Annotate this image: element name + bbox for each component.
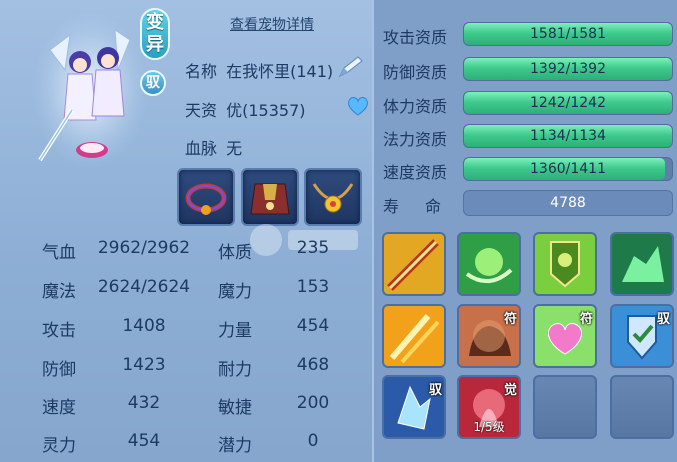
skill-green-beast[interactable] <box>610 232 674 296</box>
skill-tag: 驭 <box>428 383 442 398</box>
view-pet-details-link[interactable]: 查看宠物详情 <box>230 14 314 34</box>
skill-golden-blades-icon <box>384 306 444 366</box>
variant-badge: 变异 <box>140 8 170 60</box>
skill-green-beast-icon <box>612 234 672 294</box>
attribute-value: 200 <box>296 393 330 413</box>
talent-row: 天资 优(15357) <box>185 97 306 121</box>
attribute-label: 体质 <box>218 243 252 263</box>
attribute-value: 468 <box>296 355 330 375</box>
stat-value: 432 <box>127 393 161 413</box>
life-label: 寿命 <box>383 197 468 216</box>
skill-green-wind-icon <box>459 234 519 294</box>
bloodline-value: 无 <box>226 139 243 158</box>
quality-bar: 1360/1411 <box>463 157 673 181</box>
quality-label: 速度资质 <box>383 163 448 182</box>
talent-label: 天资 <box>185 101 218 120</box>
skill-tag: 符 <box>503 312 517 327</box>
life-value: 4788 <box>463 190 673 216</box>
skill-shadow-beast[interactable]: 符 <box>457 304 521 368</box>
attribute-label: 敏捷 <box>218 398 252 418</box>
heart-icon[interactable] <box>346 95 370 117</box>
pet-info-area: 变异 驭 查看宠物详情 名称 在我怀里(141) 天资 优(15357) 血脉 … <box>0 0 372 462</box>
quality-value: 1392/1392 <box>530 61 606 77</box>
quality-value: 1134/1134 <box>530 128 606 144</box>
skill-level: 1/5级 <box>473 420 505 434</box>
quality-label: 法力资质 <box>383 130 448 149</box>
attribute-label: 魔力 <box>218 282 252 302</box>
attribute-value: 454 <box>296 316 330 336</box>
stat-value: 2962/2962 <box>97 238 191 258</box>
quality-row: 体力资质 1242/1242 <box>383 91 673 116</box>
skill-tag: 符 <box>579 312 593 327</box>
bloodline-row: 血脉 无 <box>185 135 242 159</box>
skill-blue-shield[interactable]: 驭 <box>610 304 674 368</box>
quality-row: 法力资质 1134/1134 <box>383 124 673 149</box>
name-row: 名称 在我怀里(141) <box>185 58 333 82</box>
name-label: 名称 <box>185 62 218 81</box>
skill-sword-strike[interactable] <box>382 232 446 296</box>
attribute-label: 耐力 <box>218 360 252 380</box>
skill-green-shield-banner[interactable] <box>533 232 597 296</box>
pencil-icon[interactable] <box>336 54 364 80</box>
quality-row: 速度资质 1360/1411 <box>383 157 673 182</box>
attribute-label: 潜力 <box>218 436 252 456</box>
skill-heart[interactable]: 符 <box>533 304 597 368</box>
bloodline-label: 血脉 <box>185 139 218 158</box>
attribute-value: 0 <box>307 431 319 451</box>
skill-tag: 觉 <box>503 383 517 398</box>
skill-green-wind[interactable] <box>457 232 521 296</box>
pet-portrait <box>30 10 150 170</box>
quality-label: 体力资质 <box>383 97 448 116</box>
skill-golden-blades[interactable] <box>382 304 446 368</box>
quality-value: 1360/1411 <box>530 161 606 177</box>
pet-panel: 变异 驭 查看宠物详情 名称 在我怀里(141) 天资 优(15357) 血脉 … <box>0 0 677 462</box>
skill-empty-1[interactable] <box>533 375 597 439</box>
stat-value: 1408 <box>122 316 166 336</box>
attribute-value: 235 <box>296 238 330 258</box>
quality-bar: 1392/1392 <box>463 57 673 81</box>
skill-sword-strike-icon <box>384 234 444 294</box>
quality-value: 1581/1581 <box>530 26 606 42</box>
quality-bar: 1242/1242 <box>463 91 673 115</box>
skill-ice-crystal[interactable]: 驭 <box>382 375 446 439</box>
yu-badge: 驭 <box>140 70 166 96</box>
skill-empty-2[interactable] <box>610 375 674 439</box>
quality-label: 防御资质 <box>383 63 448 82</box>
attribute-label: 力量 <box>218 321 252 341</box>
attribute-value: 153 <box>296 277 330 297</box>
stat-value: 454 <box>127 431 161 451</box>
quality-bar: 1581/1581 <box>463 22 673 46</box>
quality-value: 1242/1242 <box>530 95 606 111</box>
talent-value: 优(15357) <box>226 101 306 120</box>
name-value: 在我怀里(141) <box>226 62 334 81</box>
quality-bar: 1134/1134 <box>463 124 673 148</box>
collar-equipment-slot[interactable] <box>177 168 235 226</box>
quality-row: 攻击资质 1581/1581 <box>383 22 673 47</box>
skill-tag: 驭 <box>656 312 670 327</box>
stat-value: 1423 <box>122 355 166 375</box>
quality-row: 防御资质 1392/1392 <box>383 57 673 82</box>
skill-green-shield-banner-icon <box>535 234 595 294</box>
stat-value: 2624/2624 <box>97 277 191 297</box>
skill-red-spirit[interactable]: 觉 1/5级 <box>457 375 521 439</box>
quality-label: 攻击资质 <box>383 28 448 47</box>
